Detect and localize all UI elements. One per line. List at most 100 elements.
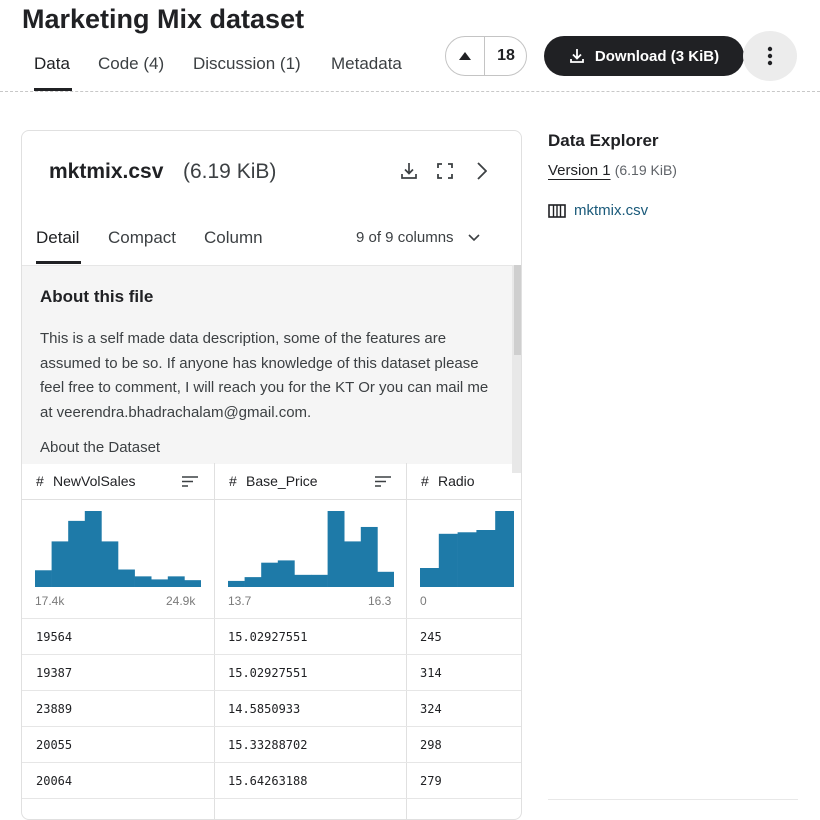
table-row[interactable]: 23889 14.5850933 324	[22, 690, 521, 727]
histogram-min: 13.7	[228, 594, 252, 608]
file-preview-card: mktmix.csv (6.19 KiB) Detail Compact Col…	[21, 130, 522, 820]
histogram-bar[interactable]	[327, 511, 345, 587]
table-icon	[548, 203, 566, 218]
page-title: Marketing Mix dataset	[22, 4, 305, 34]
histogram-bar[interactable]	[438, 533, 458, 587]
histogram-bar[interactable]	[51, 541, 69, 587]
table-row[interactable]: 20064 15.64263188 279	[22, 762, 521, 799]
file-name: mktmix.csv	[49, 160, 164, 183]
chevron-right-icon	[477, 162, 487, 180]
upvote-button[interactable]	[446, 37, 484, 75]
histogram-bar[interactable]	[377, 571, 394, 587]
download-button[interactable]: Download (3 KiB)	[544, 36, 744, 76]
column-header-base-price[interactable]: # Base_Price	[215, 463, 406, 500]
data-explorer-title: Data Explorer	[548, 131, 659, 150]
upvote-control: 18	[445, 36, 527, 76]
table-cell: 19564	[36, 630, 73, 644]
sort-icon[interactable]	[375, 476, 391, 487]
histogram-bar[interactable]	[311, 574, 328, 587]
about-scrollbar-thumb[interactable]	[514, 265, 521, 355]
histogram-bar[interactable]	[228, 580, 245, 587]
histogram-bar[interactable]	[35, 570, 52, 587]
table-cell: 14.5850933	[228, 702, 301, 716]
file-download-button[interactable]	[399, 161, 419, 181]
table-cell: 23889	[36, 702, 73, 716]
table-cell: 15.02927551	[228, 630, 308, 644]
tab-compact[interactable]: Compact	[108, 228, 176, 248]
histogram-bar[interactable]	[261, 562, 279, 587]
version-size: (6.19 KiB)	[614, 162, 677, 178]
active-subtab-indicator	[36, 261, 81, 264]
histogram-bar[interactable]	[184, 580, 201, 587]
next-file-button[interactable]	[472, 161, 492, 181]
table-row[interactable]: 19387 15.02927551 314	[22, 654, 521, 691]
tab-detail[interactable]: Detail	[36, 228, 79, 248]
number-type-icon: #	[229, 473, 237, 489]
histogram-bar[interactable]	[244, 577, 262, 587]
histogram-base-price	[228, 511, 394, 587]
column-count-label: 9 of 9 columns	[356, 229, 454, 246]
about-description: This is a self made data description, so…	[40, 330, 489, 421]
table-cell: 15.64263188	[228, 774, 308, 788]
column-name: NewVolSales	[53, 473, 136, 489]
panel-divider	[548, 799, 798, 800]
histogram-bar[interactable]	[84, 511, 102, 587]
arrow-up-icon	[459, 52, 471, 60]
column-header-newvolsales[interactable]: # NewVolSales	[22, 463, 214, 500]
column-selector[interactable]: 9 of 9 columns	[356, 229, 480, 246]
histogram-bar[interactable]	[360, 526, 378, 587]
tab-data[interactable]: Data	[34, 54, 70, 74]
explorer-file-item[interactable]: mktmix.csv	[548, 202, 648, 219]
histogram-min: 17.4k	[35, 594, 65, 608]
table-row[interactable]: 19564 15.02927551 245	[22, 618, 521, 655]
table-cell: 298	[420, 738, 442, 752]
histogram-bar[interactable]	[151, 579, 169, 587]
histogram-bar[interactable]	[495, 511, 514, 587]
fullscreen-button[interactable]	[435, 161, 455, 181]
histogram-min: 0	[420, 594, 427, 608]
column-name: Base_Price	[246, 473, 318, 489]
number-type-icon: #	[421, 473, 429, 489]
tab-metadata[interactable]: Metadata	[331, 54, 402, 74]
histogram-bar[interactable]	[134, 576, 152, 587]
table-cell: 245	[420, 630, 442, 644]
histogram-bar[interactable]	[101, 541, 119, 587]
download-icon	[401, 163, 417, 179]
tab-column[interactable]: Column	[204, 228, 263, 248]
histogram-radio	[420, 511, 514, 587]
histogram-bar[interactable]	[344, 541, 362, 587]
more-vert-icon	[767, 46, 773, 66]
tab-discussion[interactable]: Discussion (1)	[193, 54, 301, 74]
histogram-max: 16.3	[368, 594, 392, 608]
histogram-bar[interactable]	[420, 568, 440, 587]
histogram-bar[interactable]	[457, 532, 477, 587]
histogram-bar[interactable]	[68, 520, 86, 587]
table-row[interactable]: 20055 15.33288702 298	[22, 726, 521, 763]
header-divider	[0, 91, 820, 92]
version-info: Version 1 (6.19 KiB)	[548, 162, 677, 179]
histogram-newvolsales	[35, 511, 201, 587]
table-cell: 279	[420, 774, 442, 788]
histogram-bar[interactable]	[476, 530, 496, 587]
download-button-label: Download (3 KiB)	[594, 47, 720, 65]
tab-code[interactable]: Code (4)	[98, 54, 164, 74]
histogram-bar[interactable]	[118, 569, 135, 587]
sort-icon[interactable]	[182, 476, 198, 487]
table-row[interactable]	[22, 798, 521, 819]
histogram-bar[interactable]	[294, 574, 312, 587]
histogram-bar[interactable]	[277, 560, 295, 587]
chevron-down-icon	[468, 234, 480, 242]
column-header-radio[interactable]: # Radio	[407, 463, 521, 500]
table-cell: 19387	[36, 666, 73, 680]
table-cell: 324	[420, 702, 442, 716]
about-file-panel: About this file This is a self made data…	[22, 265, 512, 464]
fullscreen-icon	[437, 163, 453, 179]
table-cell: 20055	[36, 738, 73, 752]
more-options-button[interactable]	[743, 31, 797, 81]
table-cell: 15.02927551	[228, 666, 308, 680]
number-type-icon: #	[36, 473, 44, 489]
version-link[interactable]: Version 1	[548, 162, 611, 179]
column-name: Radio	[438, 473, 475, 489]
file-size: (6.19 KiB)	[183, 160, 277, 183]
histogram-bar[interactable]	[167, 576, 185, 587]
